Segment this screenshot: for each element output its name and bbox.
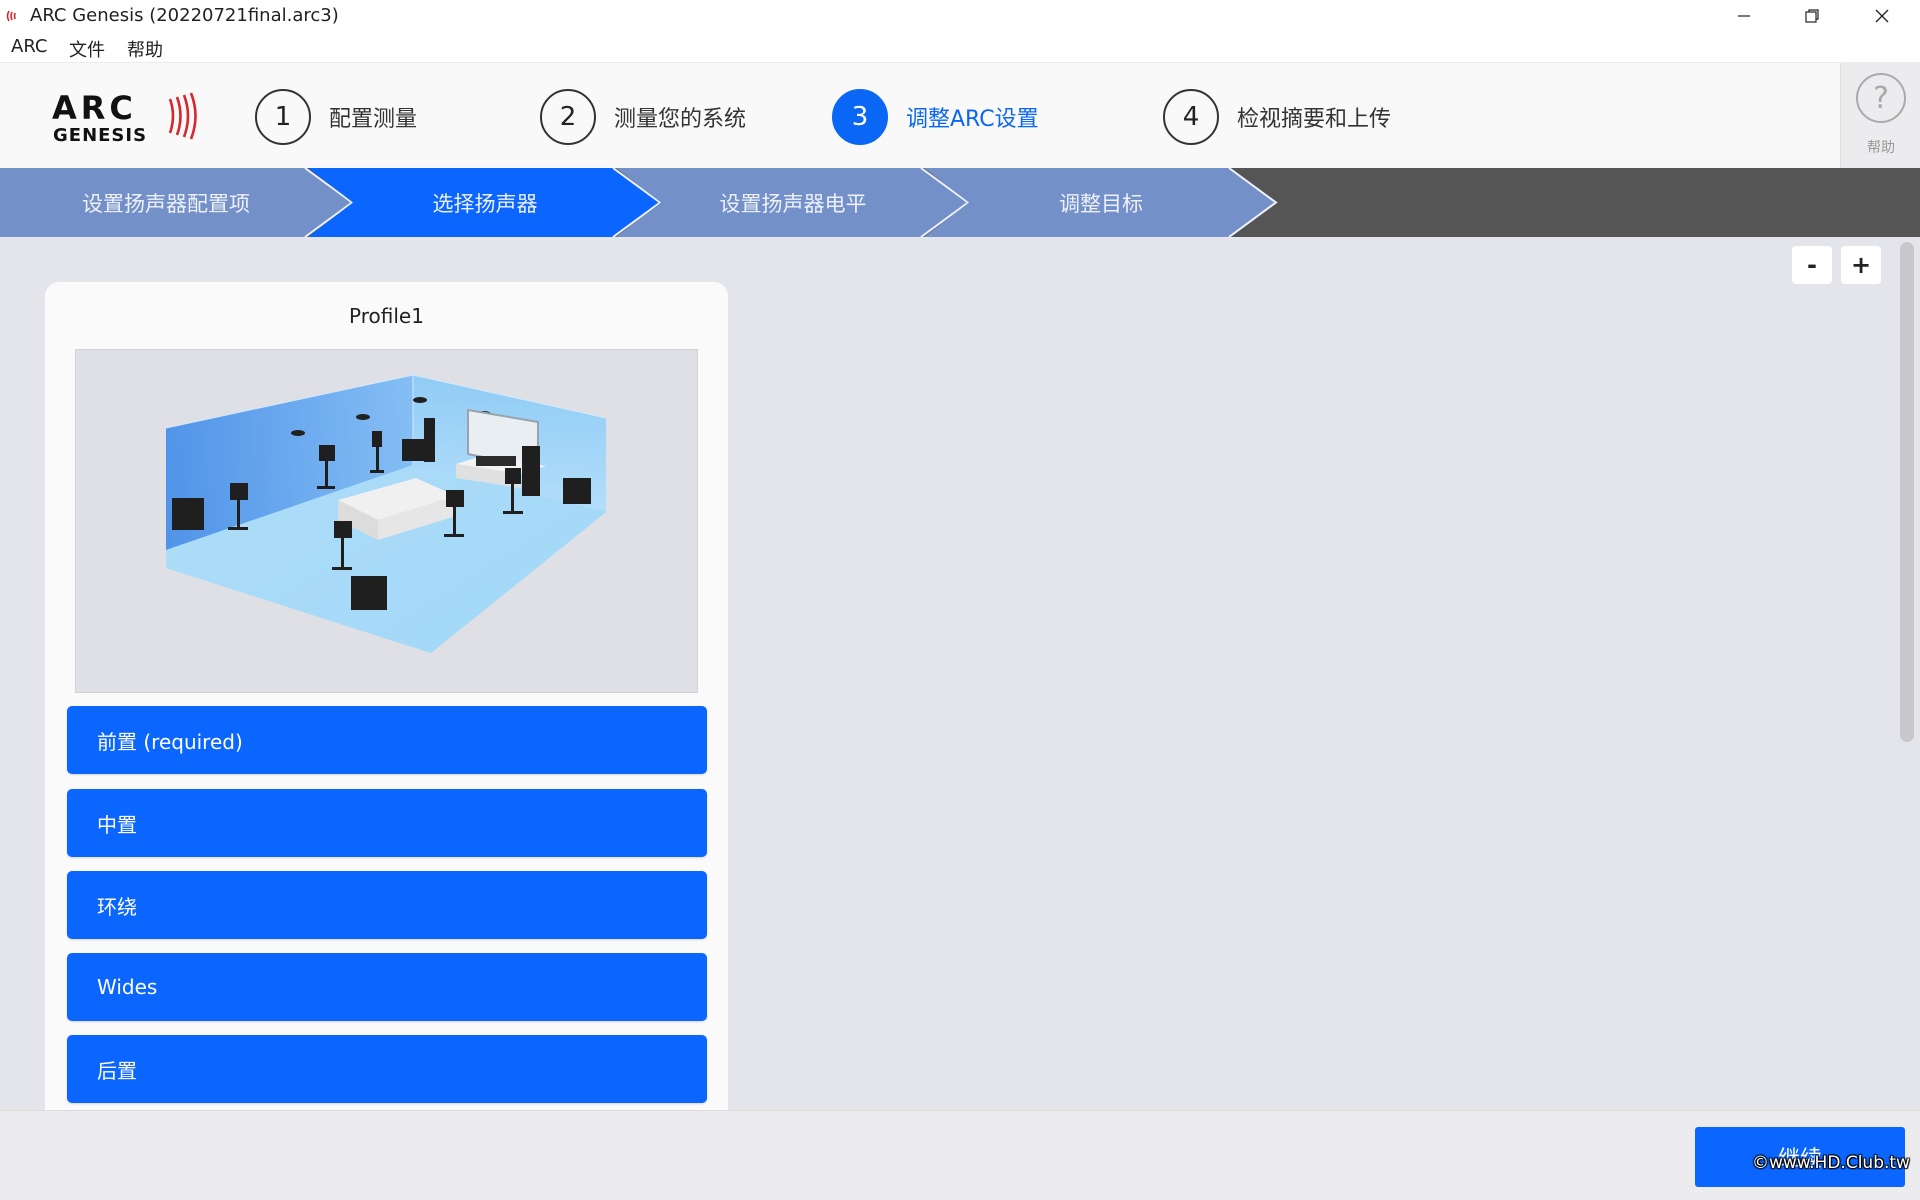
- speaker-group-rear[interactable]: 后置: [67, 1035, 707, 1103]
- subtab-adjust-target[interactable]: 调整目标: [924, 168, 1278, 237]
- menu-help[interactable]: 帮助: [127, 36, 163, 62]
- step-3-label: 调整ARC设置: [906, 107, 1039, 132]
- profile-card: Profile1 前置 (required) 中置 环绕 Wides 后置: [45, 282, 728, 1110]
- speaker-layout-image: [75, 349, 698, 693]
- subtab-select-speakers-label: 选择扬声器: [432, 191, 538, 216]
- help-icon: ?: [1856, 73, 1906, 123]
- watermark: ©www.HD.Club.tw: [1752, 1153, 1910, 1173]
- help-button[interactable]: ? 帮助: [1840, 63, 1920, 169]
- speaker-group-surround[interactable]: 环绕: [67, 871, 707, 939]
- subtab-adjust-target-label: 调整目标: [1059, 191, 1143, 216]
- arc-app-icon: [6, 10, 16, 22]
- minimize-button[interactable]: [1710, 0, 1778, 32]
- subtab-speaker-levels-label: 设置扬声器电平: [719, 191, 867, 216]
- restore-button[interactable]: [1778, 0, 1846, 32]
- step-3-number: 3: [832, 89, 888, 145]
- step-1-number: 1: [255, 89, 311, 145]
- room-illustration: [165, 374, 607, 653]
- window-title: ARC Genesis (20220721final.arc3): [30, 5, 339, 26]
- speaker-group-center[interactable]: 中置: [67, 789, 707, 857]
- subtab-speaker-config[interactable]: 设置扬声器配置项: [0, 168, 354, 237]
- logo-genesis-text: GENESIS: [53, 125, 147, 145]
- menu-bar: ARC 文件 帮助: [0, 32, 1920, 62]
- step-4-label: 检视摘要和上传: [1237, 107, 1392, 132]
- close-icon: [1875, 9, 1889, 23]
- menu-arc[interactable]: ARC: [11, 36, 48, 57]
- restore-icon: [1805, 9, 1819, 23]
- step-2[interactable]: 2 测量您的系统: [540, 89, 746, 145]
- help-label: 帮助: [1867, 140, 1895, 156]
- subtab-speaker-levels[interactable]: 设置扬声器电平: [616, 168, 970, 237]
- title-bar: ARC Genesis (20220721final.arc3): [0, 0, 1920, 32]
- step-1[interactable]: 1 配置测量: [255, 89, 417, 145]
- step-4[interactable]: 4 检视摘要和上传: [1163, 89, 1391, 145]
- step-2-number: 2: [540, 89, 596, 145]
- step-4-number: 4: [1163, 89, 1219, 145]
- minimize-icon: [1738, 15, 1750, 17]
- speaker-group-front[interactable]: 前置 (required): [67, 706, 707, 774]
- close-button[interactable]: [1848, 0, 1916, 32]
- logo-arc-text: ARC: [52, 89, 137, 127]
- zoom-out-button[interactable]: -: [1792, 246, 1832, 284]
- arc-genesis-logo: ARC GENESIS: [52, 89, 197, 145]
- menu-file[interactable]: 文件: [69, 36, 105, 62]
- step-3[interactable]: 3 调整ARC设置: [832, 89, 1039, 145]
- profile-name: Profile1: [349, 304, 424, 328]
- sub-step-tabs: 设置扬声器配置项 选择扬声器 设置扬声器电平 调整目标: [0, 168, 1920, 237]
- step-2-label: 测量您的系统: [614, 107, 747, 132]
- subtab-select-speakers[interactable]: 选择扬声器: [308, 168, 662, 237]
- step-1-label: 配置测量: [329, 107, 418, 132]
- zoom-in-button[interactable]: +: [1841, 246, 1881, 284]
- wizard-header: ARC GENESIS 1 配置测量 2 测量您的系统 3 调整ARC设置 4 …: [0, 62, 1920, 169]
- subtab-speaker-config-label: 设置扬声器配置项: [82, 191, 250, 216]
- scrollbar-thumb[interactable]: [1900, 242, 1914, 742]
- speaker-group-wides[interactable]: Wides: [67, 953, 707, 1021]
- footer-bar: 继续 ©www.HD.Club.tw: [0, 1110, 1920, 1200]
